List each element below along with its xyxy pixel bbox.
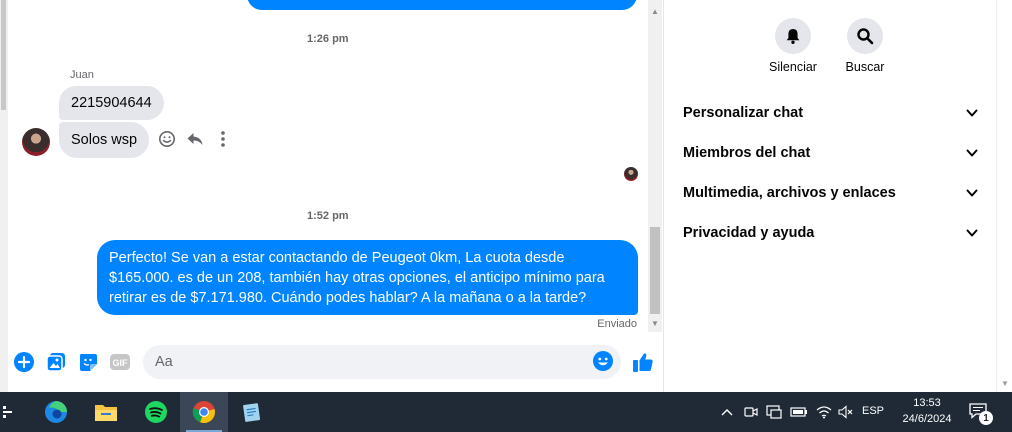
- notepad-icon[interactable]: [230, 392, 274, 432]
- thumbs-up-icon[interactable]: [631, 350, 655, 374]
- section-label: Miembros del chat: [683, 145, 811, 161]
- show-hidden-icons-icon[interactable]: [718, 402, 736, 422]
- search-button[interactable]: [847, 18, 883, 54]
- photo-icon[interactable]: [44, 350, 68, 374]
- remote-desktop-icon[interactable]: [765, 402, 783, 422]
- chat-scrollbar-thumb[interactable]: [650, 227, 660, 314]
- outgoing-message-line: retirar es de $7.171.980. Cuándo podes h…: [109, 290, 587, 306]
- taskbar: ESP 13:53 24/6/2024 1: [0, 392, 1012, 432]
- incoming-message[interactable]: 2215904644: [59, 86, 164, 120]
- chrome-icon[interactable]: [180, 392, 228, 432]
- clock-date: 24/6/2024: [902, 413, 952, 425]
- chat-members-section[interactable]: Miembros del chat: [683, 141, 979, 165]
- bell-icon: [786, 29, 800, 44]
- timestamp: 1:52 pm: [307, 210, 349, 222]
- outgoing-message-line: $165.000. es de un 208, también hay otra…: [109, 270, 605, 286]
- emoji-icon[interactable]: [592, 350, 614, 372]
- file-explorer-icon[interactable]: [84, 392, 128, 432]
- customize-chat-section[interactable]: Personalizar chat: [683, 101, 979, 125]
- sent-status: Enviado: [597, 318, 637, 330]
- outgoing-message[interactable]: Perfecto! Se van a estar contactando de …: [97, 240, 638, 315]
- edge-icon[interactable]: [34, 392, 78, 432]
- chevron-down-icon: [966, 149, 978, 157]
- section-label: Privacidad y ayuda: [683, 225, 815, 241]
- react-icon[interactable]: [156, 128, 178, 150]
- mute-label: Silenciar: [769, 60, 817, 74]
- media-files-links-section[interactable]: Multimedia, archivos y enlaces: [683, 181, 979, 205]
- gif-icon[interactable]: GIF: [108, 350, 132, 374]
- chevron-down-icon: [966, 189, 978, 197]
- meet-now-icon[interactable]: [742, 402, 760, 422]
- avatar[interactable]: [22, 128, 50, 156]
- notifications-icon[interactable]: 1: [966, 400, 994, 426]
- mute-button[interactable]: [775, 18, 811, 54]
- section-label: Multimedia, archivos y enlaces: [683, 185, 896, 201]
- scroll-down-icon[interactable]: ▼: [648, 316, 662, 330]
- reply-icon[interactable]: [184, 128, 206, 150]
- notification-count-badge: 1: [979, 411, 993, 425]
- more-options-icon[interactable]: [212, 128, 234, 150]
- scroll-down-icon[interactable]: ▼: [997, 378, 1012, 388]
- task-view-icon[interactable]: [0, 392, 18, 432]
- chevron-down-icon: [966, 109, 978, 117]
- search-icon: [857, 28, 874, 45]
- page-scrollbar[interactable]: ▼: [996, 0, 1012, 392]
- timestamp: 1:26 pm: [307, 33, 349, 45]
- previous-outgoing-message: [247, 0, 637, 10]
- chat-panel: 1:26 pm Juan 2215904644 Solos wsp 1:52 p…: [0, 0, 664, 392]
- chat-scrollbar[interactable]: ▲ ▼: [648, 0, 662, 332]
- section-label: Personalizar chat: [683, 105, 804, 121]
- incoming-message[interactable]: Solos wsp: [59, 122, 150, 158]
- message-box[interactable]: [143, 345, 621, 379]
- left-scrollbar[interactable]: [0, 0, 8, 392]
- input-language[interactable]: ESP: [862, 405, 884, 417]
- wifi-icon[interactable]: [815, 402, 833, 422]
- volume-muted-icon[interactable]: [837, 402, 855, 422]
- chevron-down-icon: [966, 229, 978, 237]
- sticker-icon[interactable]: [76, 350, 100, 374]
- gif-label: GIF: [113, 358, 129, 368]
- chat-info-panel: Silenciar Buscar Personalizar chat Miemb…: [665, 0, 1012, 392]
- battery-icon[interactable]: [790, 402, 808, 422]
- search-label: Buscar: [845, 60, 885, 74]
- message-input[interactable]: [155, 345, 575, 379]
- outgoing-message-line: Perfecto! Se van a estar contactando de …: [109, 250, 565, 266]
- clock-time: 13:53: [913, 397, 941, 409]
- plus-icon[interactable]: [12, 350, 36, 374]
- scroll-up-icon[interactable]: ▲: [648, 4, 662, 18]
- sender-name: Juan: [70, 69, 94, 81]
- left-scrollbar-thumb[interactable]: [1, 0, 6, 110]
- spotify-icon[interactable]: [134, 392, 178, 432]
- clock[interactable]: 13:53 24/6/2024: [898, 395, 956, 427]
- seen-receipt-avatar: [624, 167, 638, 181]
- privacy-help-section[interactable]: Privacidad y ayuda: [683, 221, 979, 245]
